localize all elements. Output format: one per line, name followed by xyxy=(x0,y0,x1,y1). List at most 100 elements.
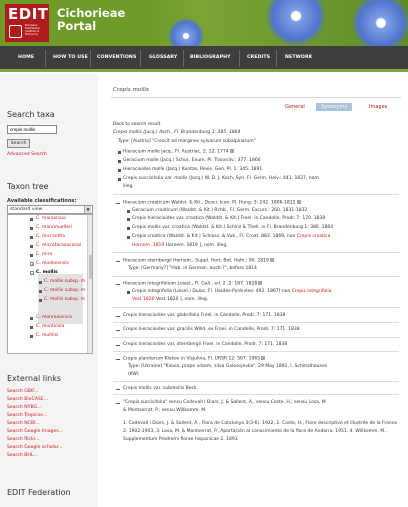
external-link-tropicos[interactable]: Search Tropicos... xyxy=(7,413,47,418)
homotypic-bullet-icon xyxy=(118,160,121,163)
expand-icon[interactable]: + xyxy=(30,262,34,266)
tree-item-current[interactable]: C. mollis xyxy=(36,270,58,275)
classification-select[interactable]: standard view ▼ xyxy=(7,205,93,214)
external-link-google-scholar[interactable]: Search Google scholar... xyxy=(7,445,62,450)
heterotypic-dash-icon xyxy=(116,316,120,317)
synonym-line: Crepis planiterum Klokov in Visjulina, F… xyxy=(123,356,266,362)
tree-leaf-icon xyxy=(30,317,33,320)
synonym-line: Crepis integrifolia (Loisel.) Dulac, Fl.… xyxy=(132,289,331,294)
homotypic-bullet-icon xyxy=(127,236,130,239)
nav-network[interactable]: NETWORK xyxy=(285,55,312,60)
taxon-tree[interactable]: C. marsonaui C. marvmuelleri C. micranth… xyxy=(7,214,93,354)
type-line-continued: (KW) xyxy=(128,372,139,377)
tab-general[interactable]: General xyxy=(285,104,305,110)
non-name-link[interactable]: Crepis croatica xyxy=(297,234,331,239)
edit-logo[interactable]: EDIT European Distributed Institute of T… xyxy=(5,4,49,42)
heterotypic-dash-icon xyxy=(116,389,120,390)
tab-images[interactable]: Images xyxy=(369,104,387,110)
search-taxa-heading: Search taxa xyxy=(7,110,55,119)
chicory-flower-image xyxy=(266,0,326,46)
tree-item[interactable]: C. marvmuelleri xyxy=(36,225,72,230)
accepted-type: Type: [Austria] "Crescit ad margines syl… xyxy=(118,139,256,144)
tree-item[interactable]: C. mira xyxy=(36,252,52,257)
heterotypic-dash-icon xyxy=(116,330,120,331)
group-divider xyxy=(113,322,399,323)
tree-item[interactable]: C. mollis subsp. m xyxy=(44,279,85,284)
nav-divider xyxy=(90,50,91,67)
collapse-icon[interactable]: − xyxy=(30,271,34,275)
homotypic-bullet-icon xyxy=(118,169,121,172)
main-navigation: HOME HOW TO USE CONVENTIONS GLOSSARY BIB… xyxy=(0,46,408,72)
synonym-text: Crepis integrifolia (Loisel.) Dulac, Fl.… xyxy=(132,289,292,294)
document-icon[interactable] xyxy=(258,281,263,285)
homotypic-bullet-icon xyxy=(127,210,130,213)
tree-leaf-icon xyxy=(30,227,33,230)
tab-synonymy[interactable]: Synonymy xyxy=(316,103,353,111)
tree-item[interactable]: C. modocensis xyxy=(36,261,69,266)
logo-subtitle: European Distributed Institute of Taxono… xyxy=(25,24,40,36)
tree-item[interactable]: C. mollis subsp. m xyxy=(44,288,85,293)
title-divider xyxy=(111,97,401,98)
search-button[interactable]: Search xyxy=(7,139,30,148)
tree-item[interactable]: C. microtaraxaconoi xyxy=(36,243,81,248)
nav-how-to-use[interactable]: HOW TO USE xyxy=(53,55,88,60)
synonym-line: Crepis mollis var. croatica (Waldst. & K… xyxy=(132,225,334,230)
advanced-search-link[interactable]: Advanced Search xyxy=(7,152,47,157)
external-link-gbif[interactable]: Search GBIF... xyxy=(7,389,39,394)
non-name-link[interactable]: Crepis integrifolia xyxy=(292,289,332,294)
nav-glossary[interactable]: GLOSSARY xyxy=(149,55,177,60)
type-line: Type: [Ukraine] "Kiovia, prope urbem, si… xyxy=(128,364,328,369)
type-line: Type: [Germany?] "Hab. in German. austr.… xyxy=(128,266,257,271)
external-link-nybg[interactable]: Search NYBG... xyxy=(7,405,42,410)
synonym-text: Vest 1820 ], nom. illeg. xyxy=(155,297,209,302)
search-input[interactable] xyxy=(7,125,57,134)
portal-title[interactable]: Cichorieae Portal xyxy=(57,7,125,33)
nav-bibliography[interactable]: BIBLIOGRAPHY xyxy=(190,55,231,60)
external-link-google-images[interactable]: Search Google Images... xyxy=(7,429,63,434)
tree-item[interactable]: C. mollis subsp. m xyxy=(44,297,85,302)
external-link-flickr[interactable]: Search flickr... xyxy=(7,437,39,442)
synonym-line: Crepis croatica (Waldst. & Kit.) Schloss… xyxy=(132,234,330,239)
document-icon[interactable] xyxy=(296,200,301,204)
document-icon[interactable] xyxy=(269,258,274,262)
nav-conventions[interactable]: CONVENTIONS xyxy=(97,55,136,60)
tree-scroll-thumb[interactable] xyxy=(89,255,92,279)
heterotypic-dash-icon xyxy=(116,261,120,262)
synonym-line-continued: Vest 1820 Vest 1820 ], nom. illeg. xyxy=(132,297,208,302)
tree-leaf-icon xyxy=(30,254,33,257)
tree-item[interactable]: C. muhlisi xyxy=(36,333,58,338)
tree-item[interactable]: C. monreaiensis xyxy=(36,315,72,320)
tree-item[interactable]: C. monticola xyxy=(36,324,64,329)
nav-credits[interactable]: CREDITS xyxy=(247,55,270,60)
tree-leaf-icon xyxy=(30,245,33,248)
synonym-line: Hieracium integrifolium Loisel., Fl. Gal… xyxy=(123,281,263,287)
nav-divider xyxy=(276,50,277,67)
chevron-down-icon[interactable]: ▼ xyxy=(84,206,91,213)
synonym-line: Crepis mollis var. submollis Beck xyxy=(123,386,197,391)
group-divider xyxy=(113,381,399,382)
misapplied-dash-icon xyxy=(116,403,120,404)
tree-item[interactable]: C. micrantha xyxy=(36,234,65,239)
heterotypic-dash-icon xyxy=(116,203,120,204)
synonym-line: Crepis hieracioides var. sternbergii Fro… xyxy=(123,342,288,347)
misapplied-line: "Crepis succisifolia" sensu Cadevall i D… xyxy=(123,400,328,405)
external-link-bhl[interactable]: Search BHL... xyxy=(7,453,38,458)
external-link-ncbi[interactable]: Search NCBI... xyxy=(7,421,40,426)
tree-scrollbar[interactable] xyxy=(87,215,92,353)
tree-item[interactable]: C. marsonaui xyxy=(36,216,66,221)
nav-home[interactable]: HOME xyxy=(18,55,34,60)
back-to-search-link[interactable]: Back to search result xyxy=(113,122,160,127)
non-name-link[interactable]: Hornem. 1819 xyxy=(132,243,164,248)
heterotypic-dash-icon xyxy=(116,345,120,346)
group-divider xyxy=(113,394,399,395)
group-divider xyxy=(113,252,399,253)
document-icon[interactable] xyxy=(261,356,266,360)
synonym-line: Crepis hieracioides var. gracilis Willd.… xyxy=(123,327,300,332)
document-icon[interactable] xyxy=(229,149,234,153)
homotypic-bullet-icon xyxy=(118,151,121,154)
non-name-link[interactable]: Vest 1820 xyxy=(132,297,155,302)
homotypic-bullet-icon xyxy=(127,227,130,230)
group-divider xyxy=(113,194,399,195)
external-link-biocase[interactable]: Search BioCASE... xyxy=(7,397,48,402)
nav-divider xyxy=(183,50,184,67)
